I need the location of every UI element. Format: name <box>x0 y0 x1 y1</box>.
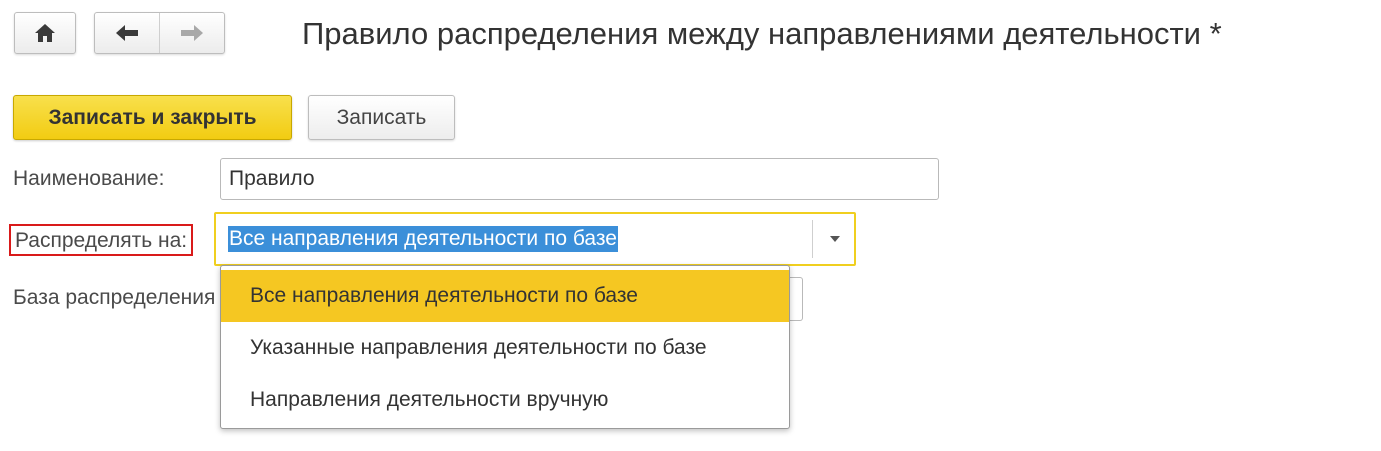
dropdown-item[interactable]: Указанные направления деятельности по ба… <box>221 322 789 374</box>
name-label: Наименование: <box>13 167 165 190</box>
select-divider <box>812 220 813 258</box>
distribute-select[interactable]: Все направления деятельности по базе <box>214 212 856 266</box>
save-button[interactable]: Записать <box>308 95 455 140</box>
name-input[interactable]: Правило <box>220 158 939 200</box>
distribute-dropdown-list: Все направления деятельности по базе Ука… <box>220 265 790 429</box>
arrow-right-icon <box>181 25 203 41</box>
distribute-label: Распределять на: <box>9 224 194 256</box>
arrow-left-icon <box>116 25 138 41</box>
dropdown-item[interactable]: Все направления деятельности по базе <box>221 270 789 322</box>
back-button[interactable] <box>95 13 159 53</box>
forward-button[interactable] <box>159 13 224 53</box>
home-icon <box>35 24 55 42</box>
chevron-down-icon <box>830 236 840 242</box>
dropdown-item[interactable]: Направления деятельности вручную <box>221 374 789 426</box>
home-button[interactable] <box>14 12 76 54</box>
dropdown-toggle-button[interactable] <box>816 214 854 264</box>
history-navigation <box>94 12 225 54</box>
base-label: База распределения <box>13 286 216 309</box>
save-and-close-button[interactable]: Записать и закрыть <box>13 95 292 140</box>
page-title: Правило распределения между направлениям… <box>302 16 1222 51</box>
distribute-select-value[interactable]: Все направления деятельности по базе <box>228 226 618 252</box>
